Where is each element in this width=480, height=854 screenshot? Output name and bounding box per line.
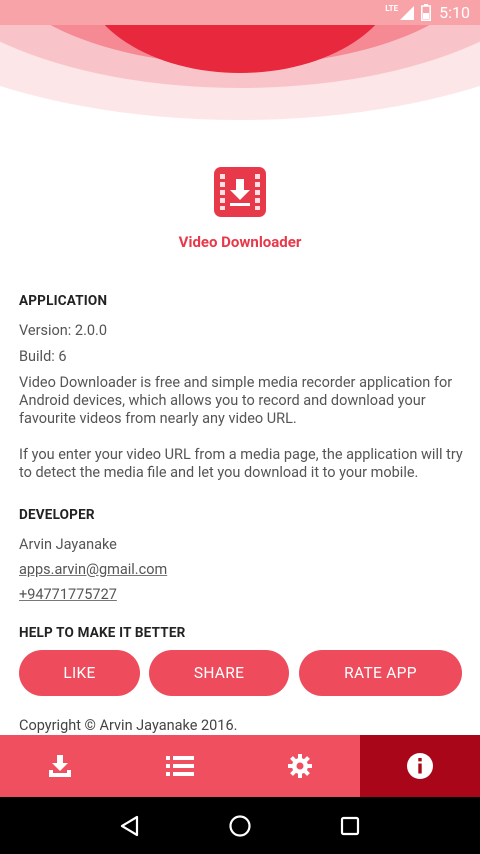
- bottom-navigation: [0, 735, 480, 797]
- recents-icon[interactable]: [339, 815, 361, 837]
- settings-icon: [288, 754, 312, 778]
- home-icon[interactable]: [228, 814, 252, 838]
- signal-icon: LTE: [385, 4, 415, 21]
- like-button[interactable]: LIKE: [19, 650, 140, 696]
- download-icon: [49, 755, 71, 777]
- nav-settings[interactable]: [240, 735, 360, 797]
- nav-info[interactable]: [360, 735, 480, 797]
- battery-icon: [421, 4, 432, 21]
- developer-name: Arvin Jayanake: [19, 536, 117, 553]
- network-type: LTE: [385, 4, 399, 13]
- help-heading: HELP TO MAKE IT BETTER: [19, 625, 186, 641]
- developer-phone-link[interactable]: +94771775727: [19, 586, 464, 604]
- info-icon: [407, 753, 433, 779]
- app-title: Video Downloader: [178, 233, 302, 251]
- copyright-text: Copyright © Arvin Jayanake 2016.: [19, 717, 238, 734]
- back-icon[interactable]: [119, 815, 141, 837]
- action-buttons: LIKE SHARE RATE APP: [19, 650, 462, 696]
- application-heading: APPLICATION: [19, 293, 108, 309]
- nav-list[interactable]: [120, 735, 240, 797]
- download-film-icon: [214, 167, 266, 217]
- nav-download[interactable]: [0, 735, 120, 797]
- developer-email-link[interactable]: apps.arvin@gmail.com: [19, 561, 464, 579]
- status-bar: LTE 5:10: [0, 0, 480, 25]
- description-paragraph-2: If you enter your video URL from a media…: [19, 446, 463, 481]
- version-text: Version: 2.0.0: [19, 322, 108, 339]
- description-paragraph-1: Video Downloader is free and simple medi…: [19, 374, 453, 427]
- build-text: Build: 6: [19, 348, 67, 365]
- clock: 5:10: [439, 3, 470, 22]
- list-icon: [166, 756, 194, 776]
- share-button[interactable]: SHARE: [149, 650, 289, 696]
- developer-heading: DEVELOPER: [19, 507, 95, 523]
- system-navigation-bar: [0, 797, 480, 854]
- app-logo: [214, 167, 266, 217]
- rate-app-button[interactable]: RATE APP: [299, 650, 462, 696]
- about-content: APPLICATION Version: 2.0.0 Build: 6 Vide…: [19, 292, 464, 642]
